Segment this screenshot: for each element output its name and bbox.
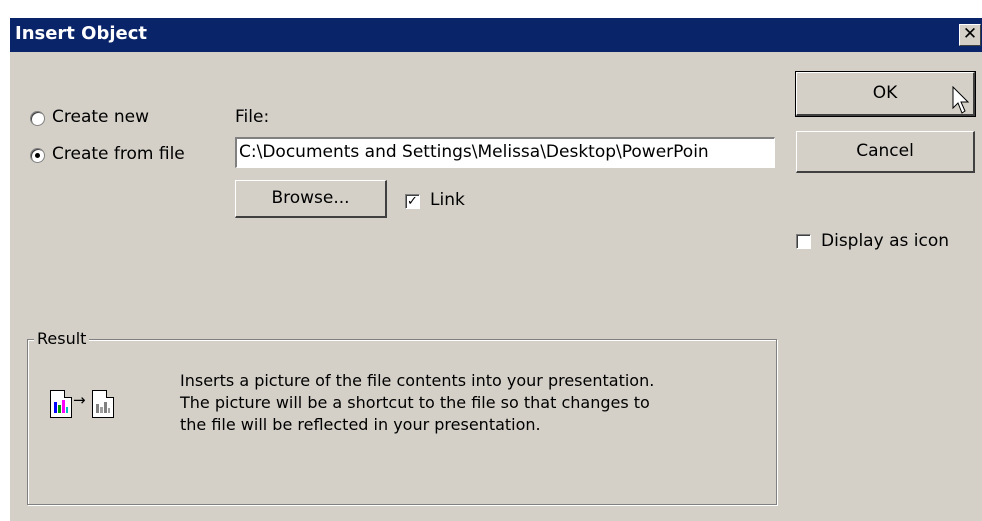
create-new-label[interactable]: Create new (52, 107, 149, 127)
cancel-button[interactable]: Cancel (796, 131, 975, 173)
create-from-file-label[interactable]: Create from file (52, 144, 185, 164)
source-file-icon (50, 390, 72, 418)
window-title: Insert Object (15, 23, 148, 44)
insert-object-dialog: Insert Object ✕ Create new Create from f… (10, 18, 982, 521)
radio-selected-dot (35, 153, 40, 158)
result-description: Inserts a picture of the file contents i… (180, 370, 654, 436)
result-line-2: The picture will be a shortcut to the fi… (180, 393, 650, 412)
file-path-input[interactable]: C:\Documents and Settings\Melissa\Deskto… (235, 137, 775, 168)
mouse-cursor-icon (952, 86, 970, 114)
result-line-3: the file will be reflected in your prese… (180, 415, 541, 434)
title-bar[interactable]: Insert Object ✕ (10, 18, 982, 52)
display-as-icon-label[interactable]: Display as icon (821, 231, 949, 251)
browse-button[interactable]: Browse... (235, 180, 387, 218)
link-checkbox[interactable]: ✓ (405, 194, 420, 209)
result-line-1: Inserts a picture of the file contents i… (180, 371, 655, 390)
ok-button[interactable]: OK (795, 71, 976, 117)
check-mark-icon: ✓ (407, 194, 418, 209)
create-new-radio[interactable] (30, 111, 45, 126)
file-label: File: (235, 107, 270, 127)
picture-file-icon (92, 390, 114, 418)
close-button[interactable]: ✕ (959, 24, 981, 46)
close-icon: ✕ (962, 24, 978, 44)
link-label[interactable]: Link (430, 190, 465, 210)
create-from-file-radio[interactable] (30, 148, 45, 163)
arrow-icon: → (73, 391, 86, 409)
display-as-icon-checkbox[interactable] (796, 234, 811, 249)
result-legend: Result (34, 329, 90, 348)
